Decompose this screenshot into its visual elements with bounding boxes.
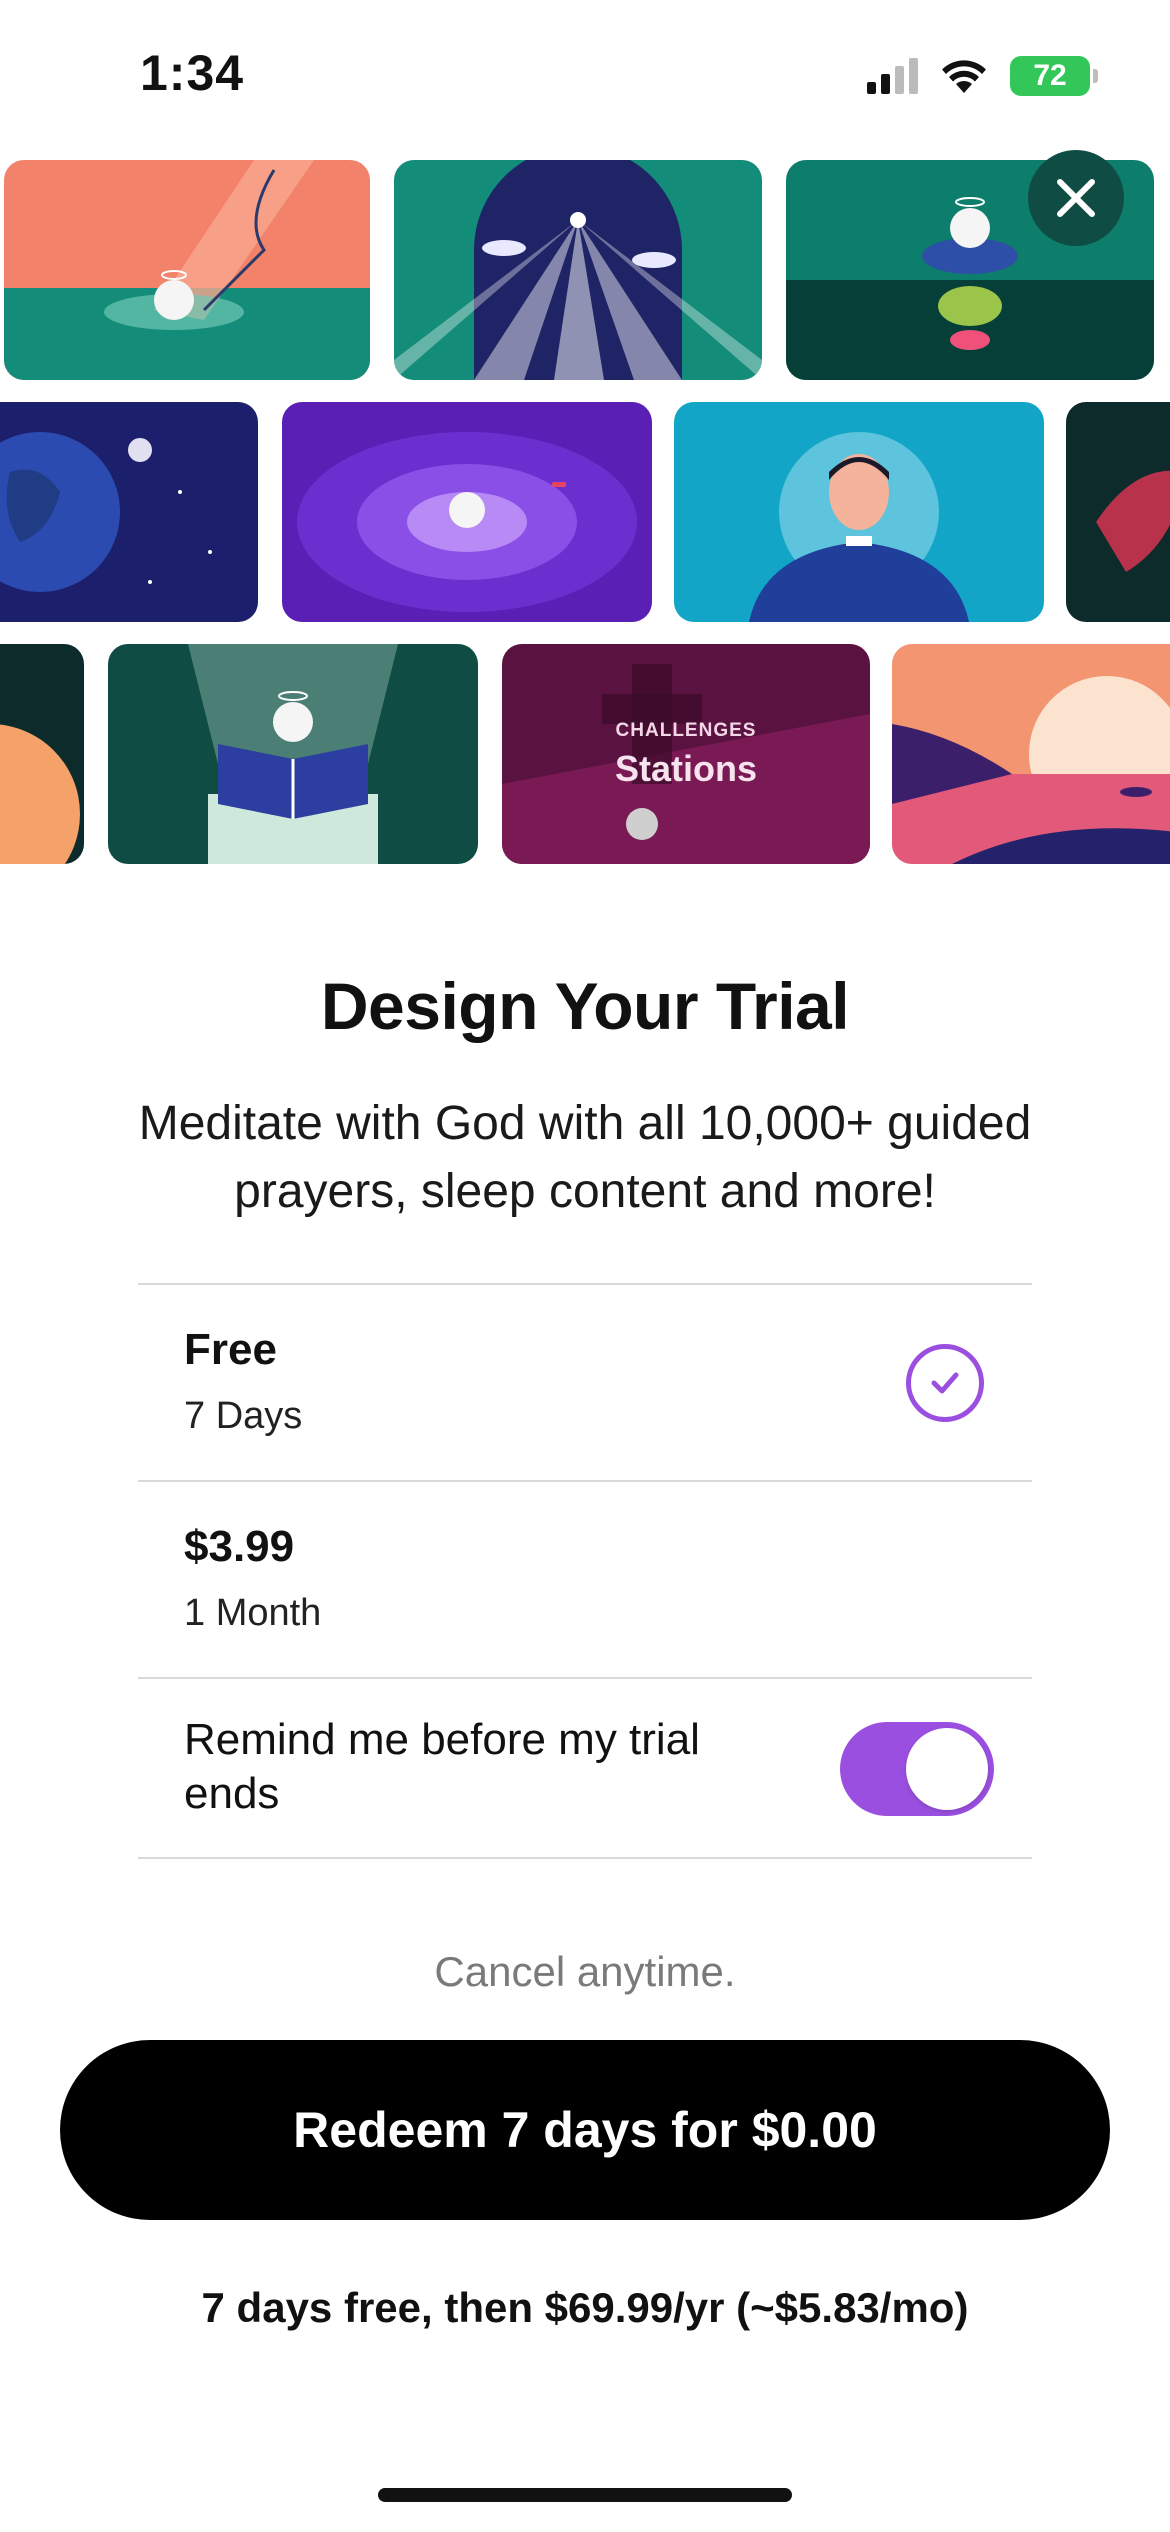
content-tile-spotlight[interactable] — [4, 160, 370, 380]
content-tile-abstract[interactable] — [1066, 402, 1170, 622]
content-tile-sunrise-left[interactable] — [0, 644, 84, 864]
reminder-label: Remind me before my trial ends — [184, 1715, 700, 1818]
status-bar: 1:34 72 — [0, 0, 1170, 150]
page-subtitle: Meditate with God with all 10,000+ guide… — [138, 1097, 1032, 1218]
home-indicator[interactable] — [378, 2488, 792, 2502]
toggle-knob — [906, 1728, 988, 1810]
content-tile-sunset[interactable] — [892, 644, 1170, 864]
trial-option-list: Free 7 Days $3.99 1 Month Remind me befo… — [138, 1283, 1032, 1859]
wifi-icon — [940, 57, 988, 95]
option-price: $3.99 — [184, 1522, 295, 1571]
content-tile-priest[interactable] — [674, 402, 1044, 622]
cancel-note: Cancel anytime. — [434, 1948, 736, 1995]
content-tile-stations[interactable]: CHALLENGES Stations — [502, 644, 870, 864]
close-button[interactable] — [1028, 150, 1124, 246]
check-icon — [906, 1344, 984, 1422]
redeem-button[interactable]: Redeem 7 days for $0.00 — [60, 2040, 1110, 2220]
reminder-toggle[interactable] — [840, 1722, 994, 1816]
battery-icon: 72 — [1010, 56, 1098, 96]
status-time: 1:34 — [140, 45, 245, 101]
status-icons: 72 — [867, 56, 1098, 96]
option-price: Free — [184, 1325, 277, 1374]
content-tile-star[interactable] — [394, 160, 762, 380]
page-title: Design Your Trial — [320, 969, 850, 1043]
close-icon — [1057, 179, 1095, 217]
content-tile-earth[interactable] — [0, 402, 258, 622]
content-tile-orbit[interactable] — [282, 402, 652, 622]
pricing-fine-print: 7 days free, then $69.99/yr (~$5.83/mo) — [201, 2284, 969, 2331]
content-tile-reading[interactable] — [108, 644, 478, 864]
trial-option-free[interactable]: Free 7 Days — [138, 1285, 1032, 1482]
signal-icon — [867, 58, 918, 94]
trial-option-monthly[interactable]: $3.99 1 Month — [138, 1482, 1032, 1679]
reminder-row: Remind me before my trial ends — [138, 1679, 1032, 1859]
tile-title: Stations — [614, 748, 757, 789]
tile-category-label: CHALLENGES — [615, 720, 757, 741]
battery-level: 72 — [1033, 59, 1067, 92]
option-duration: 7 Days — [184, 1395, 303, 1437]
option-duration: 1 Month — [184, 1592, 322, 1634]
